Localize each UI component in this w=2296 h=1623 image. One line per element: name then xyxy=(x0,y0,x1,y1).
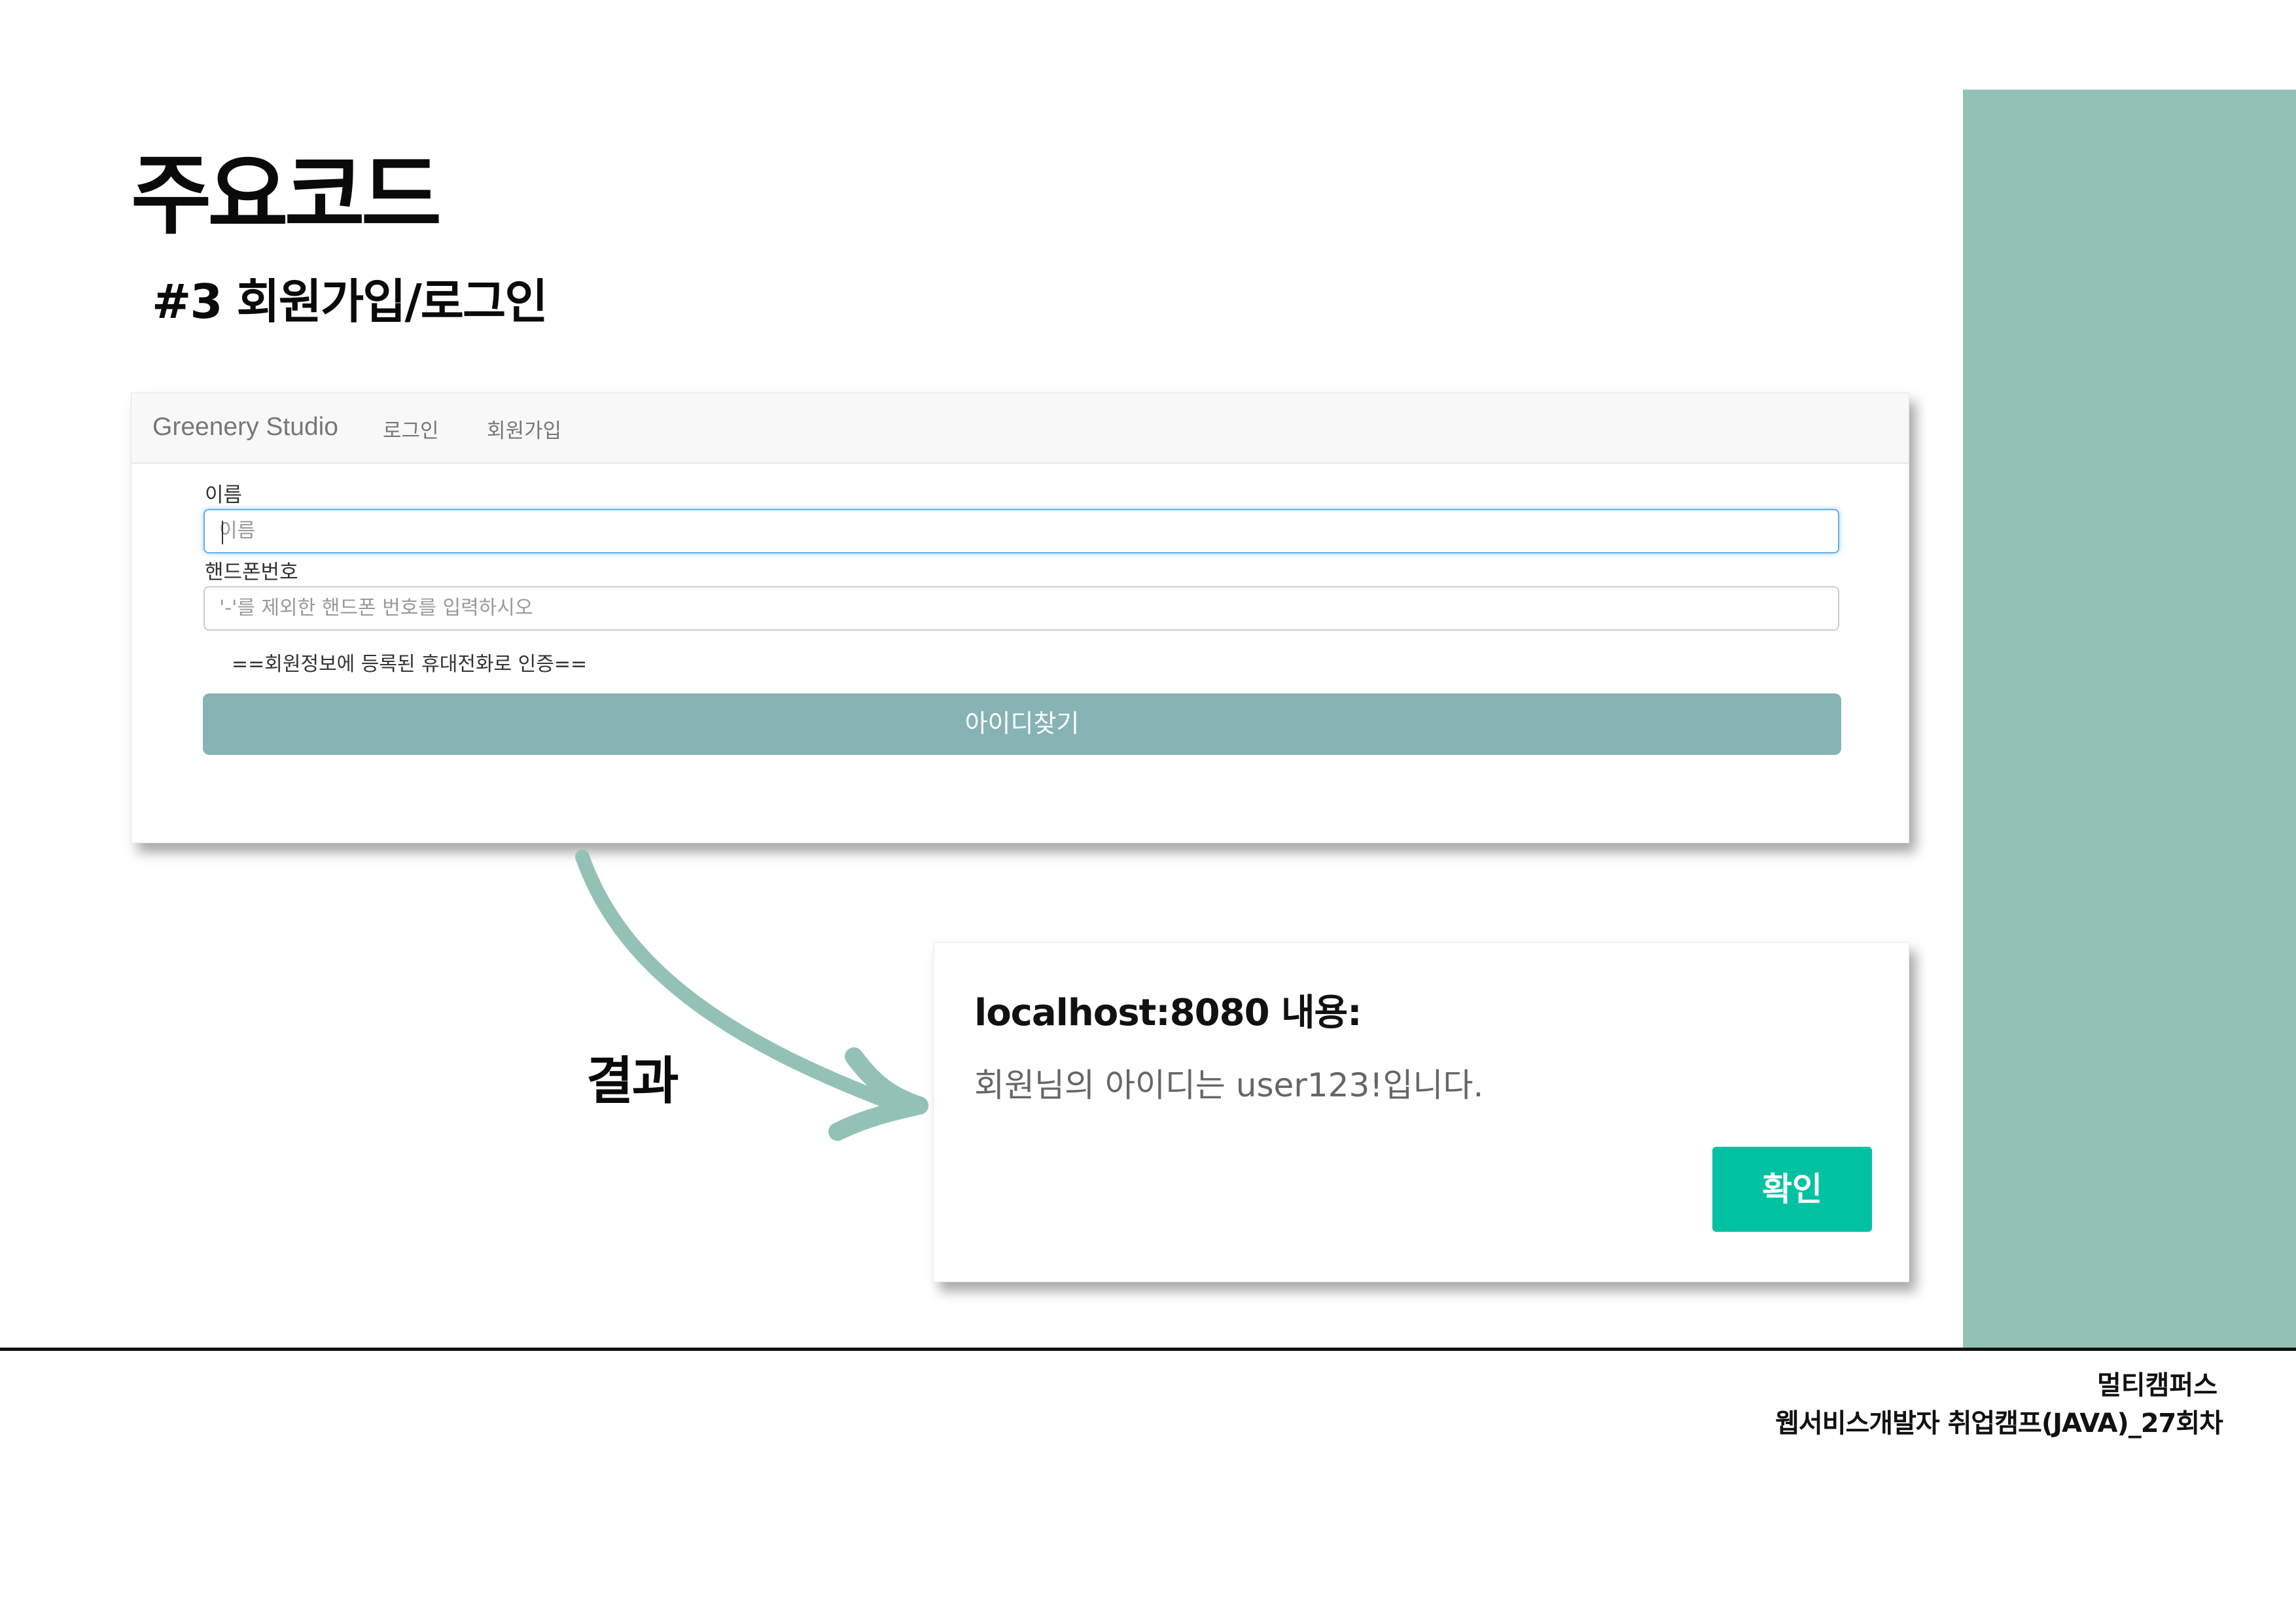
phone-placeholder: '-'를 제외한 핸드폰 번호를 입력하시오 xyxy=(219,597,533,620)
alert-dialog: localhost:8080 내용: 회원님의 아이디는 user123!입니다… xyxy=(933,942,1909,1282)
dialog-message: 회원님의 아이디는 user123!입니다. xyxy=(974,1066,1484,1104)
name-label: 이름 xyxy=(205,483,243,507)
footer-course: 웹서비스개발자 취업캠프(JAVA)_27회차 xyxy=(1775,1408,2223,1439)
result-label: 결과 xyxy=(586,1052,679,1111)
accent-side-panel xyxy=(1963,90,2296,1348)
phone-input[interactable]: '-'를 제외한 핸드폰 번호를 입력하시오 xyxy=(203,586,1839,631)
dialog-ok-button[interactable]: 확인 xyxy=(1712,1147,1872,1232)
dialog-title: localhost:8080 내용: xyxy=(974,992,1362,1034)
name-input[interactable]: 이름 xyxy=(203,509,1839,553)
nav-login-link[interactable]: 로그인 xyxy=(383,414,439,444)
slide-subtitle: #3 회원가입/로그인 xyxy=(152,274,548,329)
verification-notice: ==회원정보에 등록된 휴대전화로 인증== xyxy=(232,653,588,676)
slide-title: 주요코드 xyxy=(131,145,442,247)
text-caret xyxy=(222,521,223,544)
navbar: Greenery Studio 로그인 회원가입 xyxy=(132,393,1909,464)
nav-signup-link[interactable]: 회원가입 xyxy=(487,414,561,444)
find-id-button[interactable]: 아이디찾기 xyxy=(203,693,1841,755)
id-finder-screenshot: Greenery Studio 로그인 회원가입 이름 이름 핸드폰번호 '-'… xyxy=(131,393,1909,843)
name-placeholder: 이름 xyxy=(219,519,256,542)
footer-divider xyxy=(0,1348,2296,1351)
phone-label: 핸드폰번호 xyxy=(205,561,298,584)
navbar-brand[interactable]: Greenery Studio xyxy=(152,413,338,442)
footer-org: 멀티캠퍼스 xyxy=(2097,1370,2217,1401)
